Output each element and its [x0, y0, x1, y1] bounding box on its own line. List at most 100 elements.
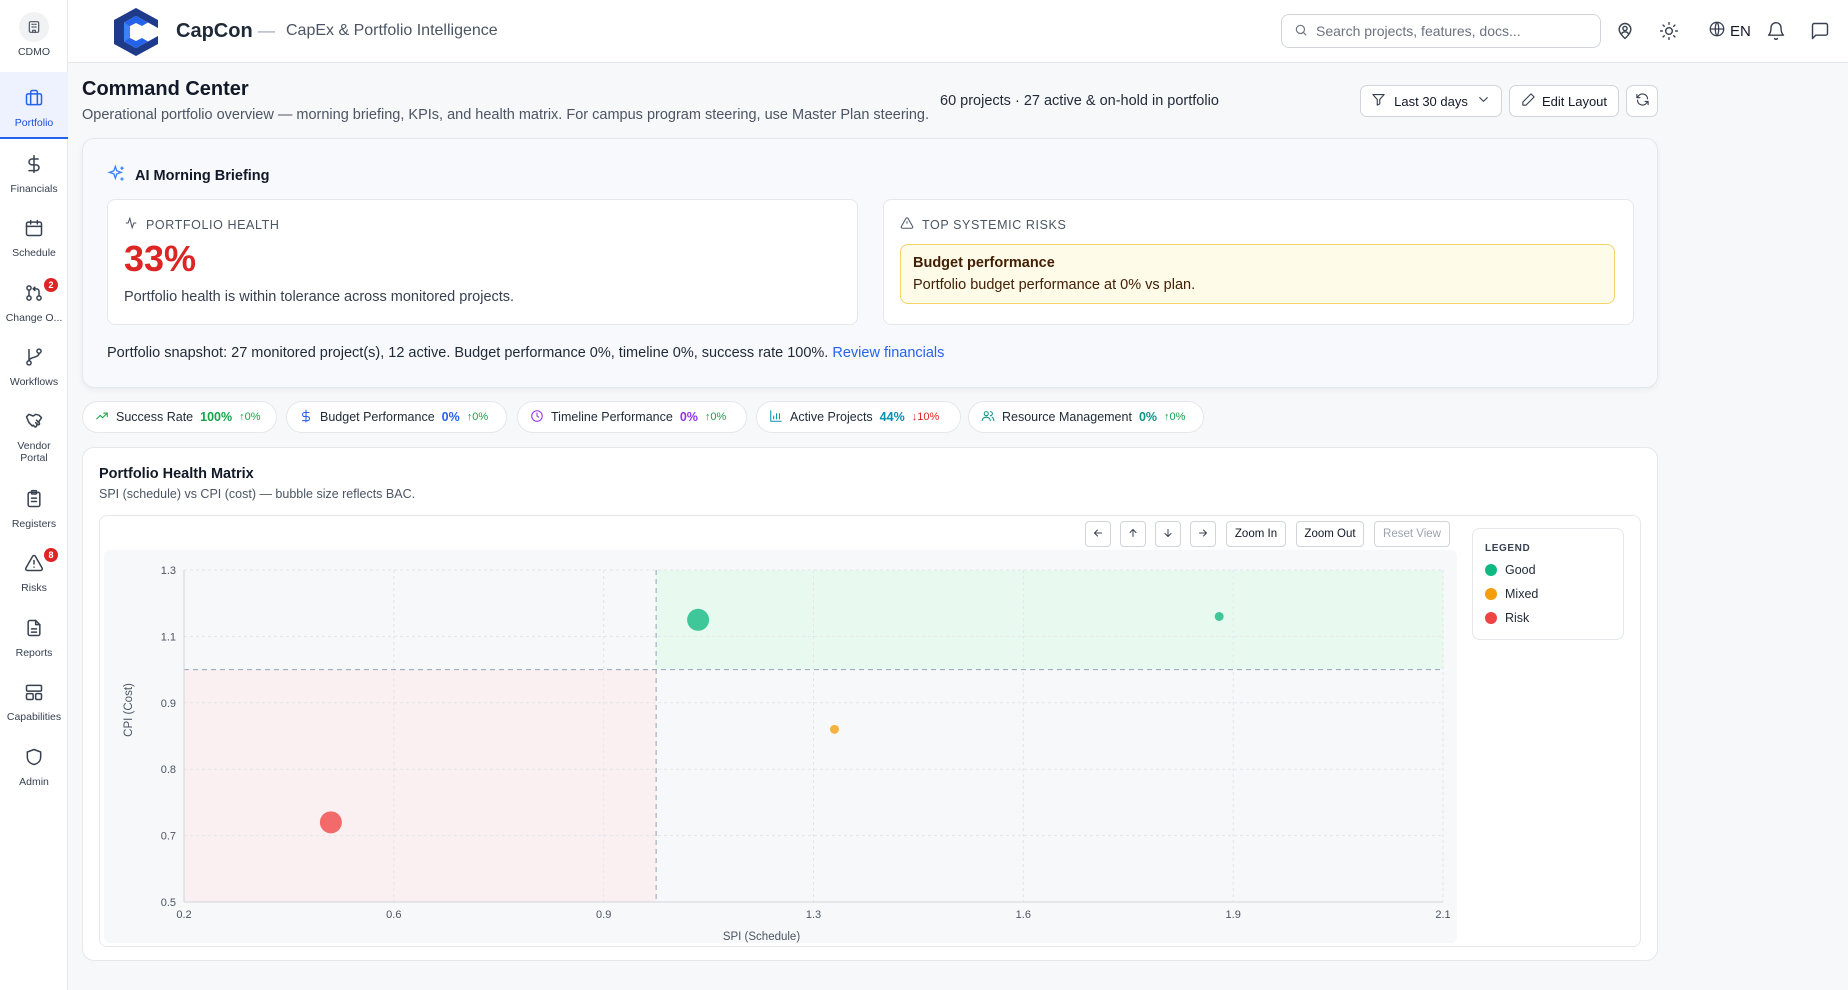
portfolio-health-heading: Portfolio Health — [124, 216, 279, 233]
sidebar-item-admin[interactable]: Admin — [0, 747, 68, 791]
language-switcher[interactable]: EN — [1704, 20, 1751, 42]
arrow-down-icon — [1162, 527, 1174, 542]
sidebar-item-risks[interactable]: 8 Risks — [0, 548, 68, 597]
sidebar-item-capabilities[interactable]: Capabilities — [0, 682, 68, 726]
sidebar-item-label: Financials — [10, 183, 58, 195]
x-tick-label: 2.1 — [1435, 909, 1450, 921]
sidebar-item-label: Risks — [21, 582, 47, 594]
user-location-icon[interactable] — [1614, 20, 1636, 42]
portfolio-health-panel: Portfolio Health 33% Portfolio health is… — [107, 199, 858, 325]
layout-icon — [24, 682, 44, 705]
search-box[interactable] — [1281, 14, 1601, 48]
x-tick-label: 1.9 — [1226, 909, 1241, 921]
matrix-subtitle: SPI (schedule) vs CPI (cost) — bubble si… — [99, 487, 416, 501]
sidebar-item-vendor-portal[interactable]: Vendor Portal — [0, 411, 68, 467]
systemic-risks-heading-text: Top Systemic Risks — [922, 217, 1067, 232]
capcon-logo[interactable] — [112, 6, 160, 58]
scatter-plot: 0.2 0.6 0.9 1.3 1.6 1.9 2.1 1.3 1.1 0.9 0.8 0.7 0.5 S… — [104, 550, 1457, 943]
risk-title: Budget performance — [913, 255, 1055, 271]
x-tick-label: 0.9 — [596, 909, 611, 921]
portfolio-health-matrix: Portfolio Health Matrix SPI (schedule) v… — [82, 447, 1658, 961]
edit-layout-button[interactable]: Edit Layout — [1509, 85, 1619, 117]
brand-subtitle: CapEx & Portfolio Intelligence — [286, 22, 498, 39]
risk-card[interactable]: Budget performance Portfolio budget perf… — [900, 244, 1615, 304]
legend-label: Good — [1505, 563, 1536, 577]
kpi-name: Success Rate — [116, 410, 194, 424]
arrow-up-icon — [1127, 527, 1139, 542]
chart-frame: Zoom In Zoom Out Reset View 0.2 0.6 0.9 1.3… — [99, 515, 1641, 947]
kpi-success-rate[interactable]: Success Rate 100% ↑0% — [82, 401, 277, 433]
sidebar-item-label: Registers — [11, 518, 57, 530]
change-orders-badge: 2 — [44, 278, 58, 292]
kpi-name: Budget Performance — [320, 410, 435, 424]
x-tick-label: 1.3 — [806, 909, 821, 921]
y-tick-label: 0.9 — [161, 698, 176, 710]
clock-icon — [530, 409, 551, 426]
sidebar-item-change-orders[interactable]: 2 Change O... — [0, 278, 68, 327]
legend-item-good[interactable]: Good — [1485, 563, 1536, 577]
filter-icon — [1371, 92, 1386, 110]
org-switcher[interactable]: CDMO — [0, 12, 68, 62]
kpi-timeline-performance[interactable]: Timeline Performance 0% ↑0% — [517, 401, 747, 433]
handshake-icon — [24, 411, 44, 434]
risk-quadrant — [184, 669, 657, 902]
alert-triangle-icon — [900, 216, 922, 233]
sidebar-item-registers[interactable]: Registers — [0, 489, 68, 533]
sidebar-item-financials[interactable]: Financials — [0, 154, 68, 198]
legend-item-mixed[interactable]: Mixed — [1485, 587, 1538, 601]
arrow-right-icon — [1197, 527, 1209, 542]
y-tick-label: 0.8 — [161, 764, 176, 776]
arrow-left-icon — [1092, 527, 1104, 542]
sun-icon[interactable] — [1658, 20, 1680, 42]
y-axis-title: CPI (Cost) — [123, 683, 135, 737]
x-axis-title: SPI (Schedule) — [723, 931, 801, 943]
chevron-down-icon — [1476, 92, 1491, 110]
zoom-in-button[interactable]: Zoom In — [1226, 521, 1286, 547]
zoom-out-button[interactable]: Zoom Out — [1296, 521, 1364, 547]
y-tick-label: 0.5 — [161, 897, 176, 909]
sidebar-item-reports[interactable]: Reports — [0, 618, 68, 662]
pan-up-button[interactable] — [1120, 521, 1146, 547]
project-bubble-risk — [319, 811, 342, 834]
refresh-button[interactable] — [1626, 85, 1658, 117]
git-branch-icon — [24, 347, 44, 370]
bell-icon[interactable] — [1765, 20, 1787, 42]
kpi-resource-management[interactable]: Resource Management 0% ↑0% — [968, 401, 1204, 433]
risk-text: Portfolio budget performance at 0% vs pl… — [913, 277, 1196, 293]
kpi-delta: ↑0% — [1164, 411, 1186, 423]
alert-triangle-icon — [24, 553, 44, 576]
bar-chart-icon — [769, 409, 790, 426]
sidebar-item-label: Workflows — [9, 376, 59, 388]
legend-item-risk[interactable]: Risk — [1485, 611, 1529, 625]
sidebar-item-workflows[interactable]: Workflows — [0, 347, 68, 391]
legend-title: LEGEND — [1485, 543, 1531, 554]
risks-badge: 8 — [44, 548, 58, 562]
sidebar-item-schedule[interactable]: Schedule — [0, 218, 68, 262]
sidebar-item-label: Schedule — [12, 247, 56, 259]
kpi-delta: ↓10% — [911, 411, 940, 423]
pan-left-button[interactable] — [1085, 521, 1111, 547]
portfolio-health-text: Portfolio health is within tolerance acr… — [124, 289, 515, 305]
sidebar-item-label: Change O... — [5, 312, 63, 324]
sparkles-icon — [107, 164, 135, 188]
trending-up-icon — [95, 409, 116, 426]
dollar-icon — [24, 154, 44, 177]
review-financials-link[interactable]: Review financials — [832, 345, 944, 361]
kpi-name: Active Projects — [790, 410, 873, 424]
kpi-budget-performance[interactable]: Budget Performance 0% ↑0% — [286, 401, 507, 433]
pan-down-button[interactable] — [1155, 521, 1181, 547]
search-input[interactable] — [1316, 23, 1586, 39]
kpi-active-projects[interactable]: Active Projects 44% ↓10% — [756, 401, 961, 433]
sidebar-item-label: Vendor Portal — [17, 440, 51, 464]
reset-view-button[interactable]: Reset View — [1374, 521, 1450, 547]
pan-right-button[interactable] — [1190, 521, 1216, 547]
x-tick-label: 0.2 — [176, 909, 191, 921]
message-icon[interactable] — [1809, 20, 1831, 42]
kpi-delta: ↑0% — [466, 411, 489, 423]
snapshot-text: Portfolio snapshot: 27 monitored project… — [107, 345, 829, 361]
y-tick-label: 1.3 — [161, 565, 176, 577]
sidebar-item-portfolio[interactable]: Portfolio — [0, 72, 68, 139]
kpi-value: 0% — [441, 410, 460, 424]
date-filter-dropdown[interactable]: Last 30 days — [1360, 85, 1502, 117]
scatter-plot-svg: 0.2 0.6 0.9 1.3 1.6 1.9 2.1 1.3 1.1 0.9 0.8 0.7 0.5 S… — [123, 565, 1451, 943]
